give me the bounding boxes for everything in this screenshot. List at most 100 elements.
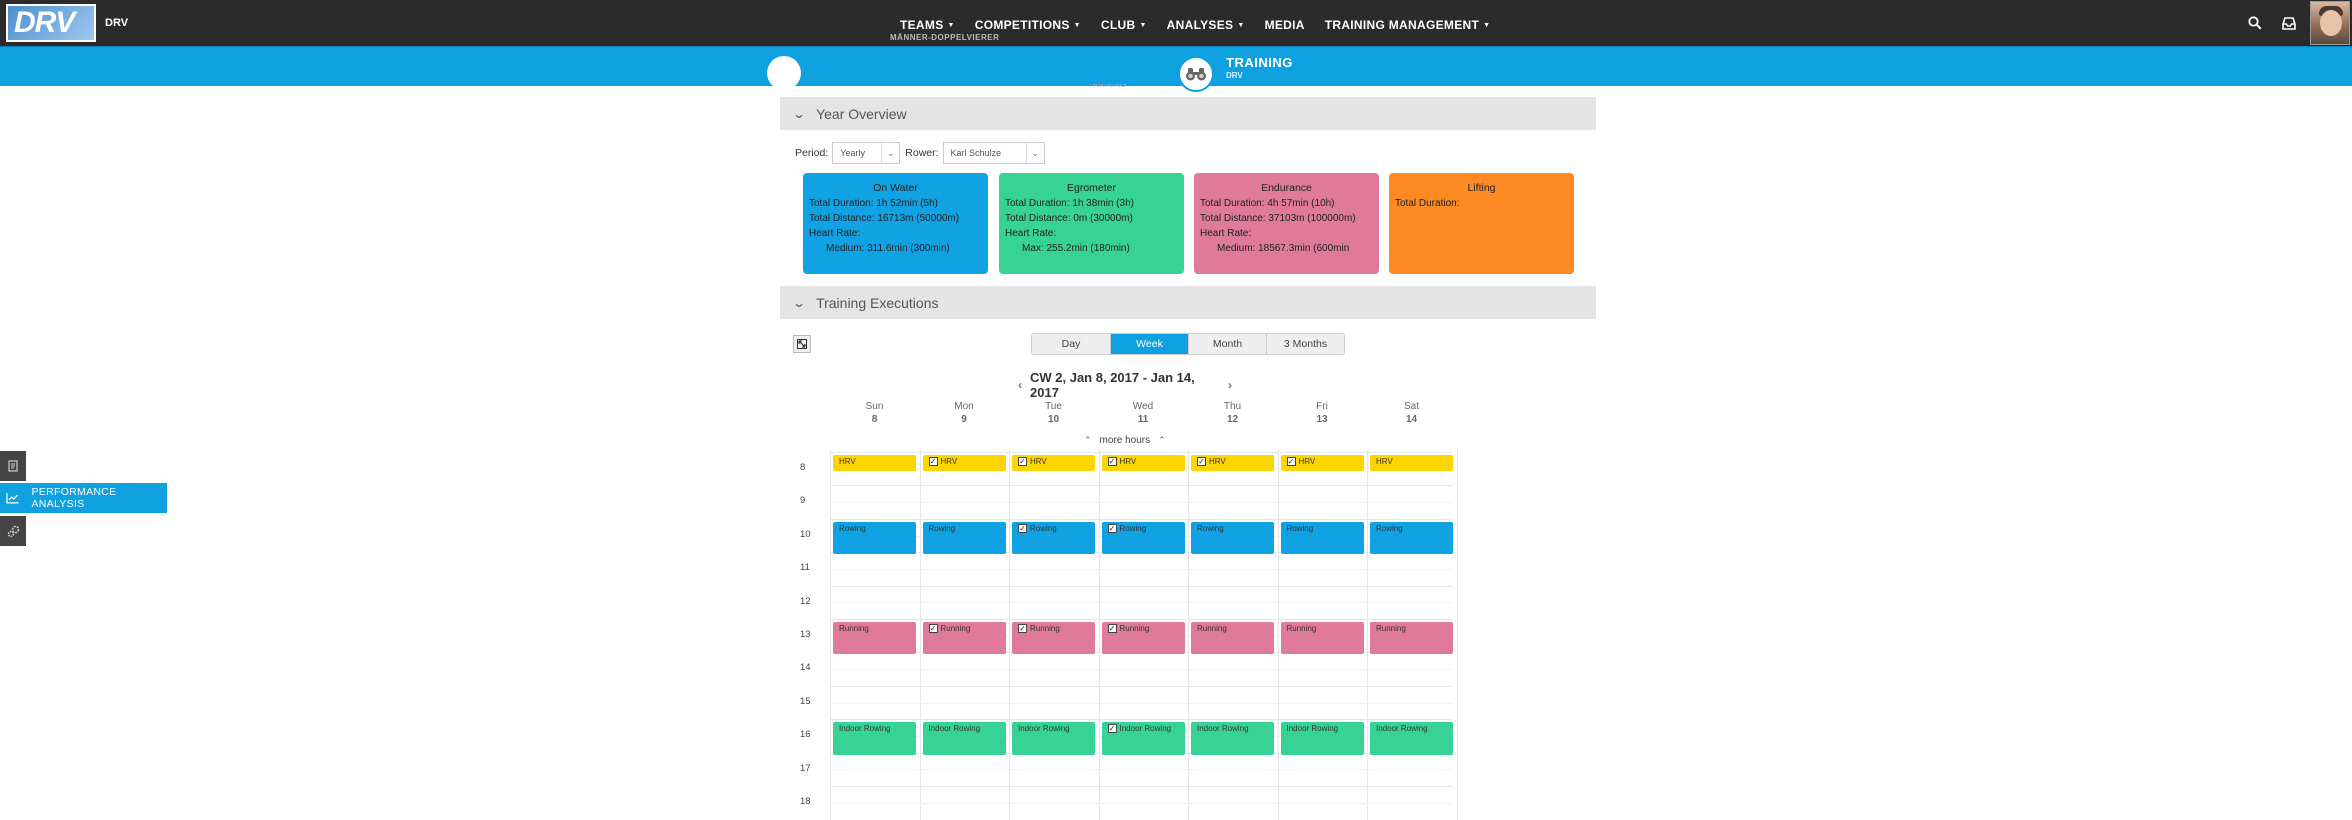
summary-card-egrometer[interactable]: Egrometer Total Duration: 1h 38min (3h) To…	[999, 173, 1184, 274]
nav-label: TEAMS	[900, 18, 944, 32]
hour-label: 13	[800, 629, 811, 640]
day-number: 8	[871, 414, 878, 425]
day-name: Sun	[865, 401, 884, 412]
period-select[interactable]: Yearly ⌄	[832, 142, 901, 164]
checkbox-checked-icon[interactable]: ✓	[1018, 624, 1027, 633]
event-rowing-thu[interactable]: Rowing	[1191, 521, 1274, 555]
day-header-sun[interactable]: Sun 8	[830, 400, 919, 426]
event-running-thu[interactable]: Running	[1191, 622, 1274, 655]
checkbox-checked-icon[interactable]: ✓	[1107, 624, 1117, 633]
hour-gridline	[830, 452, 1452, 453]
event-label: Rowing	[1286, 523, 1314, 533]
event-indoor-rowing-sat[interactable]: Indoor Rowing	[1370, 722, 1453, 755]
event-rowing-tue[interactable]: ✓ Rowing	[1012, 521, 1095, 555]
prev-week-chevron-icon[interactable]: ‹	[1010, 378, 1030, 392]
day-header-thu[interactable]: Thu 12	[1188, 400, 1277, 426]
event-running-sat[interactable]: Running	[1370, 622, 1453, 655]
side-settings-button[interactable]	[0, 516, 26, 546]
event-hrv-sat[interactable]: HRV	[1370, 455, 1453, 471]
event-indoor-rowing-fri[interactable]: Indoor Rowing	[1280, 722, 1364, 755]
caret-down-icon: ▼	[1237, 22, 1245, 29]
hour-label: 11	[800, 562, 810, 574]
event-rowing-mon[interactable]: Rowing	[922, 521, 1006, 555]
event-label: Indoor Rowing	[1286, 724, 1339, 734]
checkbox-checked-icon[interactable]: ✓	[1286, 457, 1296, 466]
event-label: Rowing	[1376, 523, 1403, 533]
day-header-fri[interactable]: Fri 13	[1278, 400, 1367, 426]
performance-analysis-tab[interactable]: PERFORMANCE ANALYSIS	[0, 483, 167, 513]
nav-item-media[interactable]: MEDIA	[1255, 0, 1315, 46]
event-hrv-thu[interactable]: ✓ HRV	[1191, 455, 1274, 471]
event-running-wed[interactable]: ✓ Running	[1101, 622, 1185, 655]
nav-item-teams[interactable]: TEAMS ▼ MÄNNER-DOPPELVIERER	[890, 0, 999, 46]
checkbox-checked-icon[interactable]: ✓	[1107, 724, 1117, 734]
event-hrv-mon[interactable]: ✓ HRV	[922, 455, 1006, 471]
card-title: Endurance	[1261, 182, 1312, 194]
event-label: Indoor Rowing	[839, 724, 891, 734]
nav-item-club[interactable]: CLUB ▼	[1091, 0, 1157, 46]
event-label: Rowing	[1119, 523, 1147, 533]
inbox-icon[interactable]	[2272, 0, 2306, 46]
user-avatar[interactable]	[2310, 1, 2350, 45]
summary-card-endurance[interactable]: Endurance Total Duration: 4h 57min (10h) T…	[1194, 173, 1379, 274]
view-tab-month[interactable]: Month	[1188, 334, 1266, 354]
day-header-tue[interactable]: Tue 10	[1009, 400, 1098, 426]
chevron-down-icon: ⌄	[791, 106, 807, 121]
nav-item-analyses[interactable]: ANALYSES ▼	[1157, 0, 1255, 46]
event-rowing-wed[interactable]: ✓ Rowing	[1101, 521, 1185, 555]
nav-item-competitions[interactable]: COMPETITIONS ▼	[965, 0, 1091, 46]
caret-down-icon: ▼	[947, 22, 955, 29]
event-indoor-rowing-sun[interactable]: Indoor Rowing	[833, 722, 916, 755]
nav-item-training-management[interactable]: TRAINING MANAGEMENT ▼	[1315, 0, 1501, 46]
more-hours-toggle[interactable]: ⌃ more hours ⌃	[1076, 435, 1174, 446]
event-hrv-sun[interactable]: HRV	[833, 455, 916, 471]
checkbox-checked-icon[interactable]: ✓	[928, 624, 938, 633]
event-hrv-wed[interactable]: ✓ HRV	[1101, 455, 1185, 471]
event-running-mon[interactable]: ✓ Running	[922, 622, 1006, 655]
search-icon[interactable]	[2238, 0, 2272, 46]
checkbox-checked-icon[interactable]: ✓	[1107, 523, 1117, 533]
view-tab-3-months[interactable]: 3 Months	[1266, 334, 1344, 354]
event-running-sun[interactable]: Running	[833, 622, 916, 655]
day-header-sat[interactable]: Sat 14	[1367, 400, 1456, 426]
event-indoor-rowing-mon[interactable]: Indoor Rowing	[922, 722, 1006, 755]
team-avatar-placeholder[interactable]	[767, 56, 801, 90]
checkbox-checked-icon[interactable]: ✓	[1018, 457, 1027, 466]
event-label: Indoor Rowing	[928, 724, 981, 734]
half-hour-gridline	[830, 602, 1452, 604]
next-week-chevron-icon[interactable]: ›	[1220, 378, 1240, 392]
view-tab-day[interactable]: Day	[1032, 334, 1110, 354]
card-title: On Water	[873, 182, 918, 194]
training-executions-header[interactable]: ⌄ Training Executions	[780, 286, 1596, 319]
event-running-tue[interactable]: ✓ Running	[1012, 622, 1095, 655]
checkbox-checked-icon[interactable]: ✓	[1018, 523, 1027, 533]
rower-value: Karl Schulze	[950, 148, 1002, 158]
day-header-wed[interactable]: Wed 11	[1099, 400, 1188, 426]
event-rowing-sun[interactable]: Rowing	[833, 521, 916, 555]
event-label: Indoor Rowing	[1018, 724, 1070, 734]
event-rowing-sat[interactable]: Rowing	[1370, 521, 1453, 555]
side-notes-button[interactable]	[0, 451, 26, 481]
summary-card-lifting[interactable]: Lifting Total Duration:	[1389, 173, 1574, 274]
checkbox-checked-icon[interactable]: ✓	[1107, 457, 1117, 466]
event-indoor-rowing-tue[interactable]: Indoor Rowing	[1012, 722, 1095, 755]
drv-logo[interactable]: DRV	[6, 4, 96, 42]
nav-label: TRAINING MANAGEMENT	[1324, 18, 1480, 32]
checkbox-checked-icon[interactable]: ✓	[1197, 457, 1206, 466]
event-running-fri[interactable]: Running	[1280, 622, 1364, 655]
event-hrv-fri[interactable]: ✓ HRV	[1280, 455, 1364, 471]
day-name: Mon	[954, 401, 974, 412]
checkbox-checked-icon[interactable]: ✓	[928, 457, 938, 466]
event-rowing-fri[interactable]: Rowing	[1280, 521, 1364, 555]
rower-select[interactable]: Karl Schulze ⌄	[942, 142, 1045, 164]
view-tab-week[interactable]: Week	[1110, 334, 1188, 354]
day-header-mon[interactable]: Mon 9	[920, 400, 1009, 426]
half-hour-gridline	[830, 502, 1452, 504]
year-overview-header[interactable]: ⌄ Year Overview	[780, 97, 1596, 130]
event-indoor-rowing-thu[interactable]: Indoor Rowing	[1191, 722, 1274, 755]
card-line	[1395, 226, 1568, 241]
summary-card-on-water[interactable]: On Water Total Duration: 1h 52min (5h) Tot…	[803, 173, 988, 274]
event-hrv-tue[interactable]: ✓ HRV	[1012, 455, 1095, 471]
event-indoor-rowing-wed[interactable]: ✓ Indoor Rowing	[1101, 722, 1185, 755]
fullscreen-toggle-button[interactable]	[793, 335, 811, 353]
